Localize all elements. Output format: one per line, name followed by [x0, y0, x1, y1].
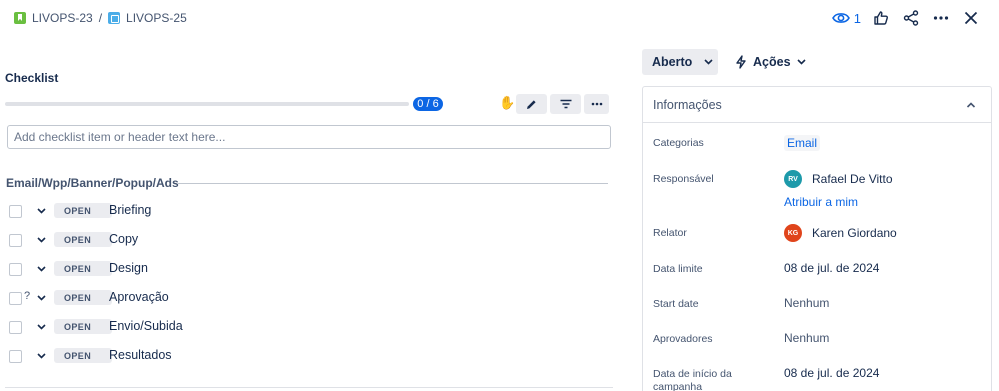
close-button[interactable]: [961, 8, 981, 28]
section-divider: [178, 183, 608, 184]
thumbs-up-icon: [874, 11, 888, 25]
category-tag[interactable]: Email: [784, 135, 821, 151]
field-value-categorias: Email: [784, 135, 821, 151]
field-label-aprovadores: Aprovadores: [653, 333, 713, 345]
filter-icon: [560, 99, 571, 109]
checklist-checkbox[interactable]: [9, 233, 22, 247]
checklist-checkbox[interactable]: [9, 349, 22, 363]
checklist-title: Checklist: [5, 71, 59, 85]
field-value-relator[interactable]: KG Karen Giordano: [784, 224, 897, 242]
like-button[interactable]: [871, 8, 891, 28]
top-actions: 1: [831, 8, 981, 28]
filter-checklist-button[interactable]: [550, 94, 581, 114]
info-panel: Informações Categorias Email Responsável…: [642, 86, 992, 391]
subtask-icon: [108, 12, 121, 24]
share-icon: [903, 10, 919, 26]
chevron-down-icon[interactable]: [35, 234, 47, 246]
field-label-data-limite: Data limite: [653, 263, 703, 275]
field-value-responsavel[interactable]: RV Rafael De Vitto: [784, 170, 893, 188]
assignee-name[interactable]: Rafael De Vitto: [812, 172, 893, 186]
field-value-start-date[interactable]: Nenhum: [784, 296, 829, 310]
checklist-item-label[interactable]: Aprovação: [109, 290, 169, 304]
checklist-item[interactable]: ? OPEN Aprovação: [9, 289, 169, 307]
checklist-item[interactable]: OPEN Briefing: [9, 202, 151, 220]
info-panel-title: Informações: [653, 97, 722, 112]
close-icon: [964, 11, 978, 25]
more-icon: [591, 102, 602, 106]
field-value-aprovadores[interactable]: Nenhum: [784, 331, 829, 345]
checklist-item-label[interactable]: Envio/Subida: [109, 319, 183, 333]
chevron-down-icon: [704, 59, 713, 65]
checklist-item[interactable]: OPEN Copy: [9, 231, 138, 249]
info-panel-header[interactable]: Informações: [643, 87, 991, 123]
checklist-item-label[interactable]: Copy: [109, 232, 138, 246]
breadcrumb-parent[interactable]: LIVOPS-23: [14, 11, 93, 25]
checklist-section-title: Email/Wpp/Banner/Popup/Ads: [6, 176, 179, 190]
assign-to-me-link[interactable]: Atribuir a mim: [784, 195, 858, 209]
chevron-down-icon[interactable]: [35, 205, 47, 217]
status-badge[interactable]: OPEN: [54, 203, 112, 218]
share-button[interactable]: [901, 8, 921, 28]
checklist-item-label[interactable]: Briefing: [109, 203, 151, 217]
checklist-more-button[interactable]: [584, 94, 609, 114]
checklist-checkbox[interactable]: [9, 291, 22, 305]
actions-dropdown-button[interactable]: Ações: [735, 49, 806, 75]
checklist-progress-badge: 0 / 6: [413, 97, 443, 111]
lightning-icon: [736, 55, 746, 69]
status-label: Aberto: [652, 55, 693, 69]
breadcrumb-current[interactable]: LIVOPS-25: [108, 11, 187, 25]
more-button[interactable]: [931, 8, 951, 28]
field-label-start-date: Start date: [653, 298, 699, 310]
checklist-checkbox[interactable]: [9, 204, 22, 218]
pencil-icon: [527, 99, 536, 109]
status-badge[interactable]: OPEN: [54, 261, 112, 276]
field-label-categorias: Categorias: [653, 137, 704, 149]
status-badge[interactable]: OPEN: [54, 232, 112, 247]
field-label-responsavel: Responsável: [653, 173, 714, 185]
field-label-data-inicio: Data de início da campanha: [653, 368, 732, 391]
chevron-down-icon[interactable]: [35, 321, 47, 333]
field-value-data-limite[interactable]: 08 de jul. de 2024: [784, 261, 879, 275]
status-badge[interactable]: OPEN: [54, 319, 112, 334]
chevron-down-icon[interactable]: [35, 263, 47, 275]
chevron-down-icon[interactable]: [35, 350, 47, 362]
chevron-up-icon[interactable]: [965, 99, 977, 111]
checklist-item[interactable]: OPEN Envio/Subida: [9, 318, 183, 336]
avatar: RV: [784, 170, 802, 188]
checklist-checkbox[interactable]: [9, 262, 22, 276]
checklist-section-header: Email/Wpp/Banner/Popup/Ads: [6, 176, 179, 190]
breadcrumb-parent-label[interactable]: LIVOPS-23: [32, 11, 93, 25]
watch-count: 1: [853, 10, 861, 26]
hand-icon: ✋: [499, 95, 516, 110]
reporter-name[interactable]: Karen Giordano: [812, 226, 897, 240]
assign-to-me-label[interactable]: Atribuir a mim: [784, 195, 858, 209]
bottom-divider: [5, 387, 613, 388]
breadcrumb: LIVOPS-23 / LIVOPS-25: [14, 10, 187, 26]
status-dropdown-button[interactable]: Aberto: [642, 49, 718, 75]
chevron-down-icon[interactable]: [35, 292, 47, 304]
question-mark: ?: [24, 290, 31, 302]
field-label-relator: Relator: [653, 227, 687, 239]
eye-icon: [831, 13, 850, 23]
checklist-progress-bar: [5, 102, 409, 106]
watch-button[interactable]: 1: [831, 10, 861, 26]
field-value-data-inicio[interactable]: 08 de jul. de 2024: [784, 366, 879, 380]
more-icon: [933, 16, 949, 20]
status-badge[interactable]: OPEN: [54, 348, 112, 363]
checklist-item-label[interactable]: Resultados: [109, 348, 172, 362]
checklist-item-label[interactable]: Design: [109, 261, 148, 275]
actions-label: Ações: [753, 55, 791, 69]
checklist-item[interactable]: OPEN Design: [9, 260, 148, 278]
breadcrumb-current-label[interactable]: LIVOPS-25: [126, 11, 187, 25]
status-badge[interactable]: OPEN: [54, 290, 112, 305]
edit-checklist-button[interactable]: [516, 94, 547, 114]
chevron-down-icon: [796, 59, 806, 65]
story-icon: [14, 12, 26, 24]
breadcrumb-separator: /: [98, 11, 103, 25]
avatar: KG: [784, 224, 802, 242]
checklist-item[interactable]: OPEN Resultados: [9, 347, 172, 365]
add-checklist-item-input[interactable]: [7, 125, 611, 149]
checklist-checkbox[interactable]: [9, 320, 22, 334]
